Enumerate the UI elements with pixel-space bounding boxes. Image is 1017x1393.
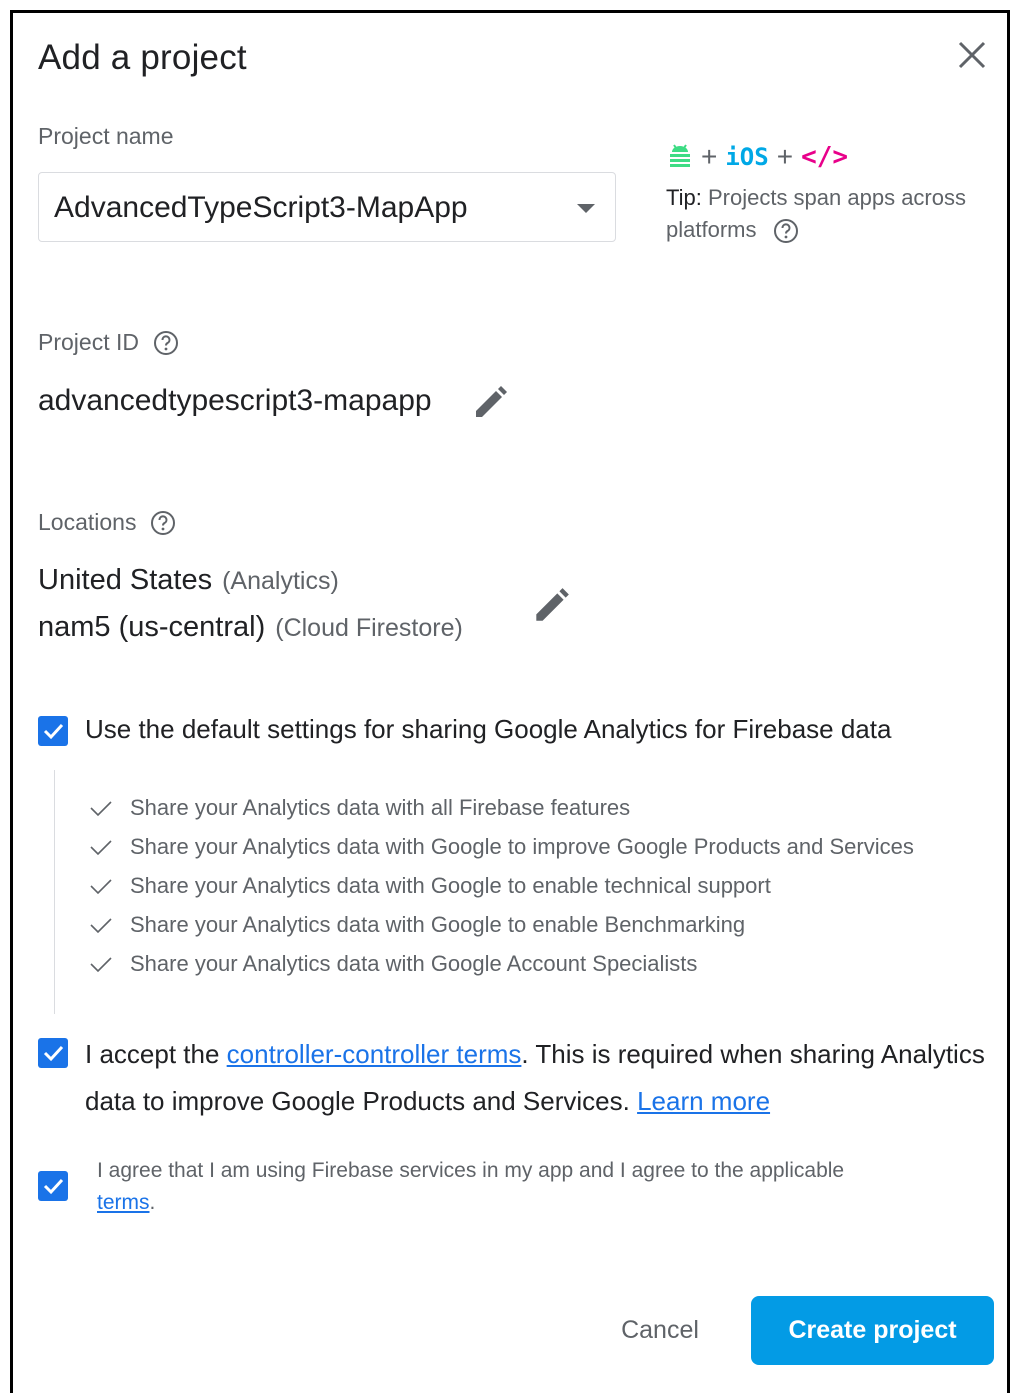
accept-terms-text: I accept the controller-controller terms…: [85, 1031, 985, 1125]
divider: [54, 770, 55, 1014]
check-icon: [90, 800, 112, 816]
location-firestore: nam5 (us-central) (Cloud Firestore): [38, 611, 463, 644]
list-item: Share your Analytics data with Google Ac…: [88, 944, 914, 983]
help-circle-icon[interactable]: [150, 510, 176, 536]
tip-bold: Tip:: [666, 185, 702, 210]
learn-more-link[interactable]: Learn more: [637, 1086, 770, 1116]
agree-terms-checkbox[interactable]: [38, 1171, 68, 1201]
list-item: Share your Analytics data with Google to…: [88, 905, 914, 944]
agree-terms-text: I agree that I am using Firebase service…: [97, 1155, 857, 1219]
analytics-default-label: Use the default settings for sharing Goo…: [85, 714, 892, 744]
project-id-label: Project ID: [38, 329, 139, 355]
help-circle-icon[interactable]: [153, 330, 179, 356]
controller-terms-link[interactable]: controller-controller terms: [227, 1039, 522, 1069]
agree-before: I agree that I am using Firebase service…: [97, 1159, 845, 1182]
analytics-default-checkbox[interactable]: [38, 716, 68, 746]
list-item-text: Share your Analytics data with Google to…: [130, 911, 746, 937]
edit-pencil-icon[interactable]: [470, 383, 510, 423]
list-item-text: Share your Analytics data with Google to…: [130, 833, 914, 859]
list-item-text: Share your Analytics data with Google to…: [130, 872, 771, 898]
ios-icon: iOS: [725, 143, 769, 171]
list-item: Share your Analytics data with all Fireb…: [88, 788, 914, 827]
create-project-button[interactable]: Create project: [751, 1296, 994, 1365]
platforms-row: + iOS + </>: [667, 140, 848, 174]
close-icon[interactable]: [955, 38, 989, 72]
dialog-title: Add a project: [38, 38, 247, 77]
list-item: Share your Analytics data with Google to…: [88, 866, 914, 905]
project-name-select[interactable]: AdvancedTypeScript3-MapApp: [38, 172, 616, 242]
check-icon: [90, 917, 112, 933]
list-item: Share your Analytics data with Google to…: [88, 827, 914, 866]
check-icon: [90, 839, 112, 855]
list-item-text: Share your Analytics data with Google Ac…: [130, 950, 698, 976]
location-value: United States: [38, 564, 213, 596]
plus-sign: +: [701, 141, 718, 172]
location-analytics: United States (Analytics): [38, 564, 339, 597]
agree-after: .: [149, 1191, 156, 1214]
location-sub: (Analytics): [222, 567, 339, 595]
checkmark-icon: [43, 723, 64, 740]
plus-sign: +: [776, 141, 794, 172]
cancel-button[interactable]: Cancel: [610, 1305, 710, 1355]
checkmark-icon: [43, 1045, 64, 1062]
terms-link[interactable]: terms: [97, 1191, 150, 1214]
check-icon: [90, 878, 112, 894]
location-value: nam5 (us-central): [38, 611, 266, 643]
locations-label-row: Locations: [38, 509, 176, 536]
accept-terms-checkbox[interactable]: [38, 1038, 68, 1068]
web-code-icon: </>: [801, 142, 849, 172]
project-id-value: advancedtypescript3-mapapp: [38, 384, 432, 417]
edit-pencil-icon[interactable]: [530, 585, 572, 627]
help-circle-icon[interactable]: [773, 218, 799, 244]
tip-text: Projects span apps across platforms: [666, 185, 966, 242]
analytics-sharing-list: Share your Analytics data with all Fireb…: [88, 788, 914, 983]
chevron-down-icon: [577, 204, 595, 213]
platform-tip: Tip: Projects span apps across platforms: [666, 182, 966, 246]
android-icon: [670, 144, 690, 167]
check-icon: [90, 956, 112, 972]
accept-before: I accept the: [85, 1039, 227, 1069]
locations-label: Locations: [38, 509, 137, 535]
list-item-text: Share your Analytics data with all Fireb…: [130, 794, 631, 820]
project-name-value: AdvancedTypeScript3-MapApp: [54, 191, 468, 224]
checkmark-icon: [43, 1178, 64, 1195]
project-id-label-row: Project ID: [38, 329, 179, 356]
location-sub: (Cloud Firestore): [275, 614, 463, 642]
project-name-label: Project name: [38, 123, 174, 149]
